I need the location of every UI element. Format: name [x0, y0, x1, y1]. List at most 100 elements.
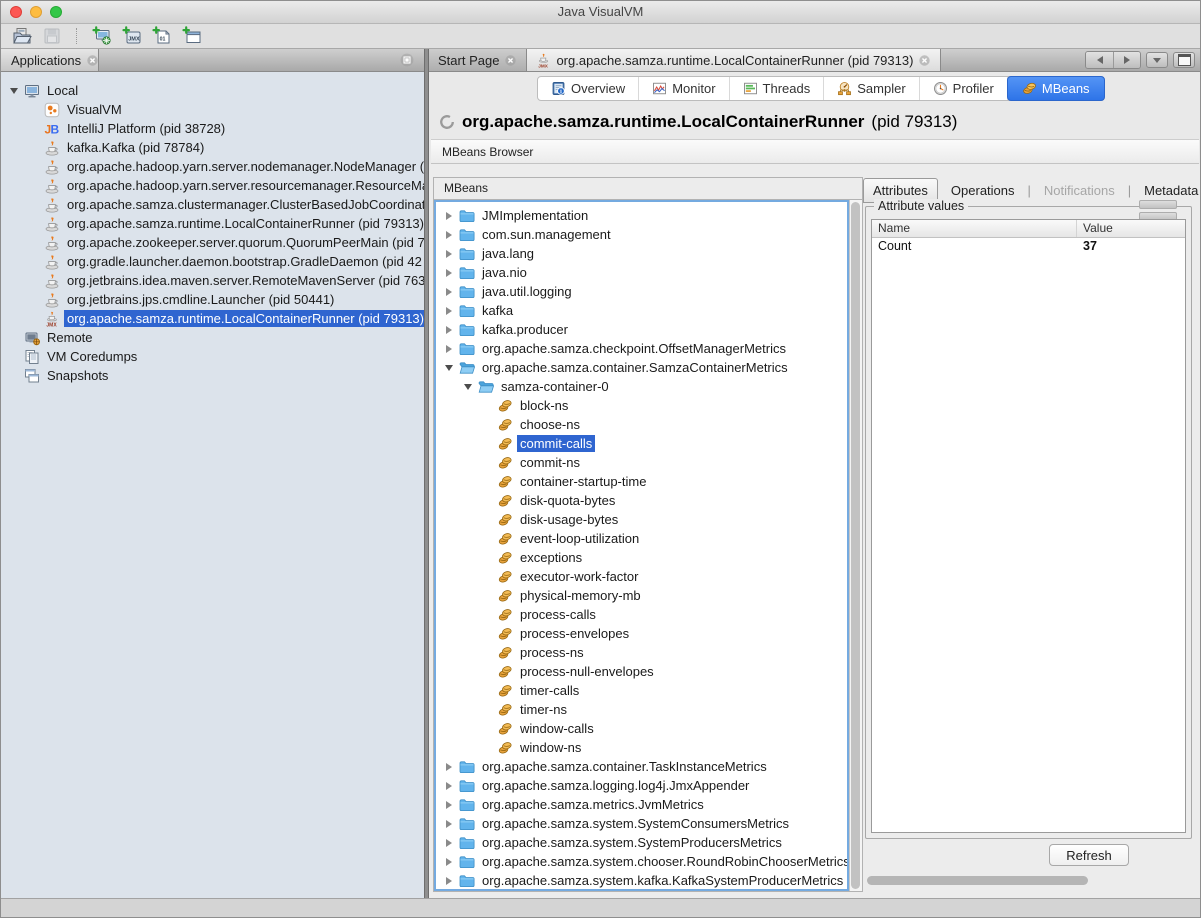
view-tab-profiler[interactable]: Profiler [920, 77, 1008, 100]
mbean-tree-item[interactable]: process-null-envelopes [436, 662, 847, 681]
application-tree-item[interactable]: VisualVM [1, 100, 424, 119]
detail-tab-notifications[interactable]: Notifications [1035, 179, 1124, 202]
mbean-tree-item[interactable]: timer-ns [436, 700, 847, 719]
document-tab-start-page[interactable]: Start Page [429, 49, 527, 71]
mbean-tree-item[interactable]: commit-ns [436, 453, 847, 472]
expand-toggle-icon[interactable] [442, 855, 456, 869]
save-button[interactable] [41, 25, 63, 47]
close-icon[interactable] [86, 54, 99, 67]
collapse-toggle-icon[interactable] [442, 361, 456, 375]
mbean-tree-item[interactable]: event-loop-utilization [436, 529, 847, 548]
expand-toggle-icon[interactable] [442, 304, 456, 318]
mbean-tree-item[interactable]: kafka [436, 301, 847, 320]
expand-toggle-icon[interactable] [442, 266, 456, 280]
mbean-tree-item[interactable]: disk-quota-bytes [436, 491, 847, 510]
application-tree-item[interactable]: org.apache.hadoop.yarn.server.nodemanage… [1, 157, 424, 176]
mbean-tree-item[interactable]: exceptions [436, 548, 847, 567]
application-tree-item[interactable]: org.gradle.launcher.daemon.bootstrap.Gra… [1, 252, 424, 271]
attribute-row[interactable]: Count37 [872, 238, 1185, 255]
mbean-tree-item[interactable]: java.lang [436, 244, 847, 263]
application-tree-item[interactable]: kafka.Kafka (pid 78784) [1, 138, 424, 157]
add-snapshot-button[interactable] [181, 25, 203, 47]
add-jmx-connection-button[interactable]: JMX [121, 25, 143, 47]
scrollbar-button[interactable] [1139, 200, 1177, 209]
scrollbar-thumb[interactable] [867, 876, 1088, 885]
document-tab-local-container-runner[interactable]: JMXorg.apache.samza.runtime.LocalContain… [527, 49, 941, 71]
add-remote-host-button[interactable] [91, 25, 113, 47]
expand-toggle-icon[interactable] [442, 817, 456, 831]
expand-toggle-icon[interactable] [442, 209, 456, 223]
close-icon[interactable] [504, 54, 517, 67]
mbean-tree-item[interactable]: choose-ns [436, 415, 847, 434]
view-tab-monitor[interactable]: Monitor [639, 77, 729, 100]
expand-toggle-icon[interactable] [442, 760, 456, 774]
maximize-view-button[interactable] [1173, 52, 1195, 68]
application-tree-item[interactable]: Snapshots [1, 366, 424, 385]
mbean-tree-item[interactable]: block-ns [436, 396, 847, 415]
column-header-value[interactable]: Value [1077, 220, 1185, 237]
application-tree-item[interactable]: JBIntelliJ Platform (pid 38728) [1, 119, 424, 138]
horizontal-scrollbar[interactable] [865, 874, 1192, 887]
expand-toggle-icon[interactable] [442, 285, 456, 299]
mbean-tree-item[interactable]: org.apache.samza.checkpoint.OffsetManage… [436, 339, 847, 358]
mbean-tree-item[interactable]: process-calls [436, 605, 847, 624]
collapse-toggle-icon[interactable] [461, 380, 475, 394]
mbean-tree-item[interactable]: executor-work-factor [436, 567, 847, 586]
mbean-tree-item[interactable]: java.util.logging [436, 282, 847, 301]
minimize-window-button[interactable] [30, 6, 42, 18]
minimize-panel-icon[interactable] [400, 53, 414, 67]
expand-toggle-icon[interactable] [442, 247, 456, 261]
mbean-tree-item[interactable]: com.sun.management [436, 225, 847, 244]
mbean-tree-item[interactable]: container-startup-time [436, 472, 847, 491]
collapse-toggle-icon[interactable] [7, 84, 21, 98]
mbean-tree-item[interactable]: process-envelopes [436, 624, 847, 643]
close-icon[interactable] [918, 54, 931, 67]
application-tree-item[interactable]: org.apache.hadoop.yarn.server.resourcema… [1, 176, 424, 195]
application-tree-item[interactable]: Remote [1, 328, 424, 347]
refresh-button[interactable]: Refresh [1049, 844, 1129, 866]
application-tree-item[interactable]: VM Coredumps [1, 347, 424, 366]
mbean-tree-item[interactable]: org.apache.samza.system.kafka.KafkaSyste… [436, 871, 847, 890]
mbean-tree-item[interactable]: org.apache.samza.system.chooser.RoundRob… [436, 852, 847, 871]
application-tree-item[interactable]: org.apache.samza.runtime.LocalContainerR… [1, 214, 424, 233]
view-tab-threads[interactable]: Threads [730, 77, 825, 100]
mbean-tree-item[interactable]: samza-container-0 [436, 377, 847, 396]
mbeans-tree-scrollbar[interactable] [849, 200, 862, 891]
scrollbar-thumb[interactable] [851, 202, 860, 889]
close-window-button[interactable] [10, 6, 22, 18]
mbean-tree-item[interactable]: window-calls [436, 719, 847, 738]
mbean-tree-item[interactable]: org.apache.samza.system.SystemConsumersM… [436, 814, 847, 833]
expand-toggle-icon[interactable] [442, 228, 456, 242]
scroll-tabs-right-button[interactable] [1113, 52, 1140, 68]
application-tree-item[interactable]: org.jetbrains.idea.maven.server.RemoteMa… [1, 271, 424, 290]
mbean-tree-item[interactable]: kafka.producer [436, 320, 847, 339]
applications-tab[interactable]: Applications [1, 49, 99, 71]
add-vm-coredump-button[interactable]: 01 [151, 25, 173, 47]
mbean-tree-item[interactable]: org.apache.samza.metrics.JvmMetrics [436, 795, 847, 814]
application-tree-item[interactable]: Local [1, 81, 424, 100]
mbean-tree-item[interactable]: commit-calls [436, 434, 847, 453]
expand-toggle-icon[interactable] [442, 342, 456, 356]
expand-toggle-icon[interactable] [442, 874, 456, 888]
column-header-name[interactable]: Name [872, 220, 1077, 237]
scroll-tabs-left-button[interactable] [1086, 52, 1113, 68]
zoom-window-button[interactable] [50, 6, 62, 18]
mbean-tree-item[interactable]: timer-calls [436, 681, 847, 700]
expand-toggle-icon[interactable] [442, 323, 456, 337]
mbean-tree-item[interactable]: physical-memory-mb [436, 586, 847, 605]
load-snapshot-button[interactable] [11, 25, 33, 47]
view-tab-mbeans[interactable]: MBeans [1007, 76, 1105, 101]
detail-tab-metadata[interactable]: Metadata [1135, 179, 1201, 202]
mbean-tree-item[interactable]: window-ns [436, 738, 847, 757]
tab-list-dropdown-button[interactable] [1146, 52, 1168, 68]
view-tab-sampler[interactable]: Sampler [824, 77, 919, 100]
application-tree-item[interactable]: org.jetbrains.jps.cmdline.Launcher (pid … [1, 290, 424, 309]
mbean-tree-item[interactable]: org.apache.samza.container.TaskInstanceM… [436, 757, 847, 776]
application-tree-item[interactable]: org.apache.samza.clustermanager.ClusterB… [1, 195, 424, 214]
mbean-tree-item[interactable]: org.apache.samza.logging.log4j.JmxAppend… [436, 776, 847, 795]
mbean-tree-item[interactable]: JMImplementation [436, 206, 847, 225]
expand-toggle-icon[interactable] [442, 779, 456, 793]
expand-toggle-icon[interactable] [442, 798, 456, 812]
view-tab-overview[interactable]: iOverview [538, 77, 639, 100]
mbean-tree-item[interactable]: process-ns [436, 643, 847, 662]
